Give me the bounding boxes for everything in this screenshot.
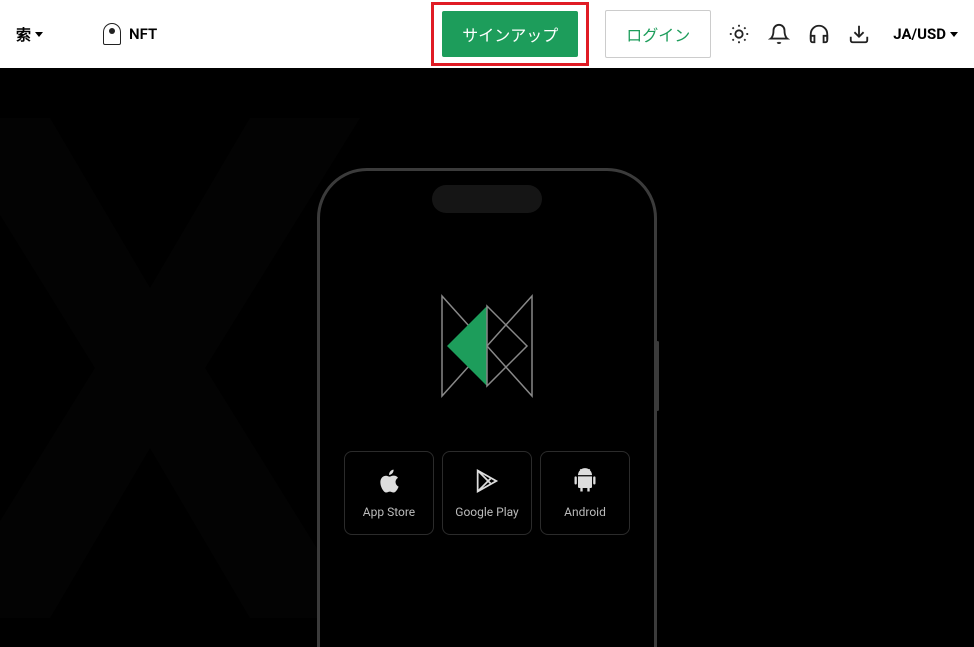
header-right: サインアップ ログイン bbox=[431, 2, 958, 66]
theme-toggle-button[interactable] bbox=[727, 22, 751, 46]
download-appstore-label: App Store bbox=[363, 505, 415, 519]
login-button[interactable]: ログイン bbox=[605, 10, 711, 58]
download-android-button[interactable]: Android bbox=[540, 451, 630, 535]
download-googleplay-label: Google Play bbox=[455, 505, 518, 519]
header-bar: 索 NFT サインアップ ログイン bbox=[0, 0, 974, 68]
bell-icon bbox=[768, 23, 790, 45]
download-android-label: Android bbox=[564, 505, 606, 519]
nft-icon bbox=[103, 23, 121, 45]
caret-down-icon bbox=[35, 32, 43, 37]
explore-dropdown[interactable]: 索 bbox=[16, 24, 43, 45]
phone-content: App Store Google Play bbox=[320, 171, 654, 535]
phone-side-button bbox=[656, 341, 659, 411]
download-appstore-button[interactable]: App Store bbox=[344, 451, 434, 535]
download-icon bbox=[848, 23, 870, 45]
download-googleplay-button[interactable]: Google Play bbox=[442, 451, 532, 535]
signup-highlight-box: サインアップ bbox=[431, 2, 589, 66]
language-selector[interactable]: JA/USD bbox=[893, 25, 958, 43]
nft-nav-item[interactable]: NFT bbox=[103, 23, 157, 45]
phone-mockup: App Store Google Play bbox=[317, 168, 657, 647]
android-icon bbox=[571, 467, 599, 495]
sun-icon bbox=[728, 23, 750, 45]
language-label: JA/USD bbox=[893, 25, 946, 43]
apple-icon bbox=[375, 467, 403, 495]
download-options: App Store Google Play bbox=[344, 451, 630, 535]
header-left: 索 NFT bbox=[16, 23, 157, 45]
headset-icon bbox=[808, 23, 830, 45]
background-x-graphic bbox=[0, 118, 360, 618]
app-logo-icon bbox=[437, 291, 537, 401]
phone-notch bbox=[432, 185, 542, 213]
download-button[interactable] bbox=[847, 22, 871, 46]
googleplay-icon bbox=[473, 467, 501, 495]
support-button[interactable] bbox=[807, 22, 831, 46]
notifications-button[interactable] bbox=[767, 22, 791, 46]
explore-label: 索 bbox=[16, 24, 31, 45]
hero-section: App Store Google Play bbox=[0, 68, 974, 647]
nft-label: NFT bbox=[129, 25, 157, 43]
caret-down-icon bbox=[950, 32, 958, 37]
signup-button[interactable]: サインアップ bbox=[442, 11, 578, 57]
